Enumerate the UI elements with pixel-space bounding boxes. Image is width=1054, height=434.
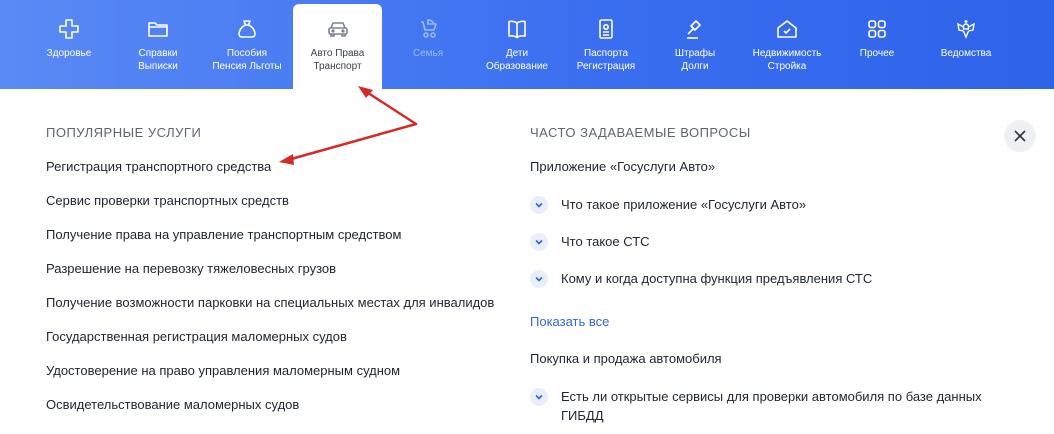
book-icon — [505, 17, 529, 41]
faq-question[interactable]: Что такое СТС — [530, 233, 650, 251]
nav-item-health[interactable]: Здоровье — [30, 0, 108, 89]
faq-question-text: Что такое СТС — [561, 234, 650, 249]
faq-question-text: Что такое приложение «Госуслуги Авто» — [561, 197, 807, 212]
service-link-small-vessel-inspection[interactable]: Освидетельствование маломерных судов — [46, 397, 299, 412]
nav-item-label-2: Образование — [486, 61, 548, 72]
nav-item-realty[interactable]: Недвижимость Стройка — [745, 0, 829, 89]
service-link-small-vessel-registration[interactable]: Государственная регистрация маломерных с… — [46, 329, 347, 344]
faq-question[interactable]: Есть ли открытые сервисы для проверки ав… — [530, 388, 990, 425]
faq-group-title: Приложение «Госуслуги Авто» — [530, 159, 716, 174]
nav-item-auto[interactable]: Авто Права Транспорт — [293, 4, 382, 92]
gavel-icon — [683, 17, 707, 41]
annotation-arrow-to-tab — [360, 87, 418, 126]
nav-item-label-1: Справки — [138, 48, 178, 59]
service-link-vehicle-check[interactable]: Сервис проверки транспортных средств — [46, 193, 289, 208]
faq-question-text: Есть ли открытые сервисы для проверки ав… — [561, 389, 982, 423]
nav-item-label-1: Недвижимость — [752, 48, 822, 59]
nav-item-benefits[interactable]: Пособия Пенсия Льготы — [208, 0, 286, 89]
arrowhead-service — [279, 154, 294, 165]
nav-item-label-1: Пособия — [226, 48, 268, 59]
category-nav: Здоровье Справки Выписки Пособия Пенсия … — [0, 0, 1054, 92]
nav-item-children[interactable]: Дети Образование — [477, 0, 557, 89]
faq-group-title: Покупка и продажа автомобиля — [530, 351, 722, 366]
passport-icon — [594, 17, 618, 41]
nav-item-other[interactable]: Прочее — [838, 0, 916, 89]
popular-services-title: ПОПУЛЯРНЫЕ УСЛУГИ — [46, 125, 202, 140]
chevron-down-icon[interactable] — [530, 388, 548, 406]
nav-item-label-2: Стройка — [767, 61, 807, 72]
nav-item-certificates[interactable]: Справки Выписки — [119, 0, 197, 89]
nav-item-departments[interactable]: Ведомства — [927, 0, 1005, 89]
nav-item-family[interactable]: Семья — [389, 0, 467, 89]
nav-item-label-1: Дети — [505, 48, 529, 59]
nav-item-fines[interactable]: Штрафы Долги — [656, 0, 734, 89]
nav-item-label-2: Транспорт — [313, 61, 362, 72]
nav-item-label-1: Ведомства — [940, 48, 992, 59]
chevron-down-icon[interactable] — [530, 270, 548, 288]
chevron-down-icon[interactable] — [530, 233, 548, 251]
nav-item-label-1: Прочее — [859, 48, 895, 59]
nav-item-label-2: Выписки — [138, 61, 178, 72]
faq-question[interactable]: Что такое приложение «Госуслуги Авто» — [530, 196, 807, 214]
nav-item-label-1: Штрафы — [674, 48, 716, 59]
service-link-vehicle-registration[interactable]: Регистрация транспортного средства — [46, 159, 271, 174]
nav-item-label-1: Здоровье — [46, 48, 92, 59]
nav-item-passports[interactable]: Паспорта Регистрация — [567, 0, 645, 89]
folder-icon — [146, 17, 170, 41]
nav-item-label-1: Паспорта — [583, 48, 629, 59]
emblem-icon — [954, 17, 978, 41]
nav-item-label-2: Долги — [681, 61, 709, 72]
close-button[interactable] — [1004, 120, 1036, 152]
nav-item-label-1: Авто Права — [310, 48, 365, 59]
service-link-disabled-parking[interactable]: Получение возможности парковки на специа… — [46, 295, 494, 310]
faq-title: ЧАСТО ЗАДАВАЕМЫЕ ВОПРОСЫ — [530, 125, 751, 140]
chevron-down-icon[interactable] — [530, 196, 548, 214]
nav-item-label-1: Семья — [412, 48, 444, 59]
bag-icon — [235, 17, 259, 41]
service-link-small-vessel-license[interactable]: Удостоверение на право управления маломе… — [46, 363, 400, 378]
nav-item-label-2: Пенсия Льготы — [212, 61, 282, 72]
page: Здоровье Справки Выписки Пособия Пенсия … — [0, 0, 1054, 434]
plus-icon — [57, 17, 81, 41]
close-icon — [1014, 130, 1026, 142]
grid-icon — [865, 17, 889, 41]
annotation-arrow-to-service — [282, 122, 418, 163]
nav-item-label-2: Регистрация — [576, 61, 636, 72]
service-link-heavy-cargo-permit[interactable]: Разрешение на перевозку тяжеловесных гру… — [46, 261, 336, 276]
service-link-driving-license[interactable]: Получение права на управление транспортн… — [46, 227, 401, 242]
faq-question[interactable]: Кому и когда доступна функция предъявлен… — [530, 270, 873, 288]
car-icon — [326, 17, 350, 41]
show-all-link[interactable]: Показать все — [530, 314, 609, 329]
house-icon — [775, 17, 799, 41]
faq-question-text: Кому и когда доступна функция предъявлен… — [561, 271, 873, 286]
stroller-icon — [416, 17, 440, 41]
